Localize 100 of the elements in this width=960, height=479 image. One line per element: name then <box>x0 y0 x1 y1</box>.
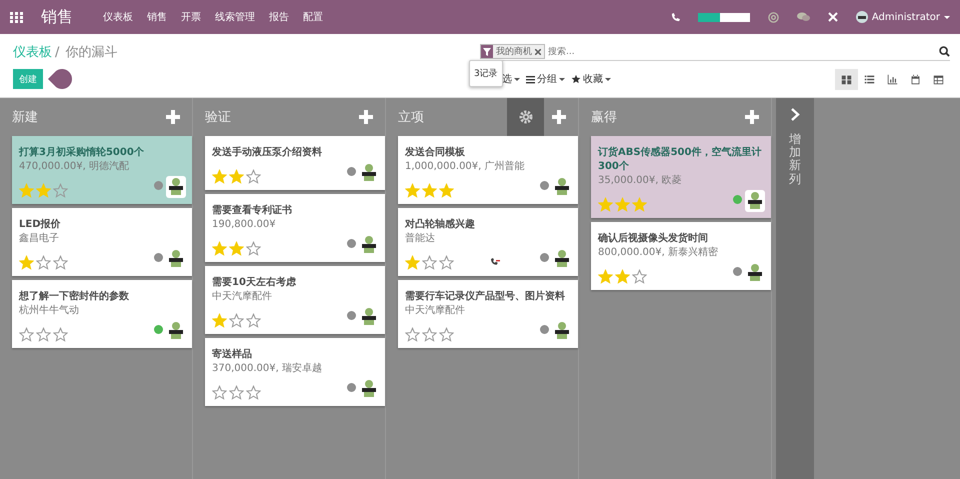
add-icon[interactable] <box>166 110 180 124</box>
card-title: 订货ABS传感器500件，空气流里计300个 <box>598 146 762 174</box>
toolbar-menu[interactable]: 收藏 <box>571 72 611 86</box>
add-icon[interactable] <box>552 110 566 124</box>
star-icon[interactable] <box>36 255 51 270</box>
filter-facet[interactable]: 我的商机 <box>480 44 545 59</box>
card-title: 需要行车记录仪产品型号、图片资料 <box>405 290 566 304</box>
star-icon[interactable] <box>229 385 244 400</box>
star-icon[interactable] <box>405 183 420 198</box>
status-dot[interactable] <box>347 239 356 248</box>
star-icon[interactable] <box>422 327 437 342</box>
menu-item[interactable]: 报告 <box>269 10 289 24</box>
kanban-card[interactable]: 寄送样品 370,000.00¥, 瑞安卓越 <box>205 338 385 406</box>
phone-icon[interactable] <box>491 258 500 266</box>
kanban-card[interactable]: 打算3月初采购惰轮5000个 470,000.00¥, 明德汽配 <box>12 136 192 204</box>
star-icon[interactable] <box>405 327 420 342</box>
star-icon[interactable] <box>53 183 68 198</box>
column-settings-button[interactable] <box>507 98 544 136</box>
star-icon[interactable] <box>212 385 227 400</box>
star-icon[interactable] <box>598 197 613 212</box>
toolbar-menu[interactable]: 选 <box>502 72 520 86</box>
status-dot[interactable] <box>154 325 163 334</box>
avatar-icon <box>552 248 572 270</box>
menu-item[interactable]: 开票 <box>181 10 201 24</box>
star-icon[interactable] <box>632 197 647 212</box>
kanban-card[interactable]: 对凸轮轴感兴趣 普能达 <box>398 208 578 276</box>
tour-tip-icon[interactable] <box>48 68 74 90</box>
view-switch[interactable] <box>835 68 858 90</box>
star-icon[interactable] <box>53 255 68 270</box>
star-icon[interactable] <box>598 269 613 284</box>
kanban-card[interactable]: 需要查看专利证书 190,800.00¥ <box>205 194 385 262</box>
chat-icon[interactable] <box>796 12 810 22</box>
card-subtitle: 1,000,000.00¥, 广州普能 <box>405 160 526 174</box>
status-dot[interactable] <box>733 267 742 276</box>
star-icon[interactable] <box>212 241 227 256</box>
add-icon[interactable] <box>745 110 759 124</box>
star-icon[interactable] <box>405 255 420 270</box>
kanban-card[interactable]: 想了解一下密封件的参数 杭州牛牛气动 <box>12 280 192 348</box>
star-icon[interactable] <box>229 169 244 184</box>
menu-item[interactable]: 仪表板 <box>103 10 133 24</box>
star-icon[interactable] <box>229 313 244 328</box>
star-icon[interactable] <box>615 269 630 284</box>
add-column-panel[interactable]: 增加新列 <box>776 98 814 479</box>
star-icon[interactable] <box>36 327 51 342</box>
star-icon[interactable] <box>246 313 261 328</box>
star-icon[interactable] <box>439 255 454 270</box>
kanban-card[interactable]: 确认后视摄像头发货时间 800,000.00¥, 新泰兴精密 <box>591 222 771 290</box>
column-title: 立项 <box>398 109 425 126</box>
kanban-card[interactable]: 发送手动液压泵介绍资料 <box>205 136 385 190</box>
star-icon[interactable] <box>246 241 261 256</box>
phone-icon[interactable] <box>670 12 680 22</box>
avatar-icon <box>166 320 186 342</box>
star-icon[interactable] <box>439 183 454 198</box>
star-icon[interactable] <box>19 255 34 270</box>
toolbar-menu[interactable]: 分组 <box>526 72 565 86</box>
star-icon[interactable] <box>53 327 68 342</box>
column-title: 赢得 <box>591 109 618 126</box>
card-subtitle: 190,800.00¥ <box>212 218 277 232</box>
star-icon[interactable] <box>36 183 51 198</box>
card-title: 对凸轮轴感兴趣 <box>405 218 476 232</box>
close-icon[interactable] <box>535 48 541 54</box>
status-dot[interactable] <box>347 383 356 392</box>
menu-item[interactable]: 销售 <box>147 10 167 24</box>
apps-menu-icon[interactable] <box>10 12 23 22</box>
menu-item[interactable]: 线索管理 <box>215 10 255 24</box>
kanban-card[interactable]: LED报价 鑫昌电子 <box>12 208 192 276</box>
star-icon[interactable] <box>439 327 454 342</box>
star-icon[interactable] <box>246 169 261 184</box>
user-menu[interactable]: Administrator <box>856 11 950 23</box>
breadcrumb-current: 你的漏斗 <box>65 44 118 61</box>
status-dot[interactable] <box>154 181 163 190</box>
star-icon[interactable] <box>422 183 437 198</box>
status-dot[interactable] <box>540 253 549 262</box>
status-dot[interactable] <box>347 167 356 176</box>
avatar-icon <box>359 234 379 256</box>
menu-item[interactable]: 配置 <box>303 10 323 24</box>
star-icon[interactable] <box>19 183 34 198</box>
star-icon[interactable] <box>212 313 227 328</box>
avatar-icon <box>745 262 765 284</box>
avatar-icon <box>166 176 186 198</box>
star-icon[interactable] <box>246 385 261 400</box>
star-icon[interactable] <box>19 327 34 342</box>
add-icon[interactable] <box>359 110 373 124</box>
star-icon[interactable] <box>615 197 630 212</box>
status-dot[interactable] <box>540 181 549 190</box>
status-dot[interactable] <box>540 325 549 334</box>
card-subtitle: 普能达 <box>405 232 436 246</box>
star-icon[interactable] <box>229 241 244 256</box>
avatar-icon <box>552 176 572 198</box>
kanban-card[interactable]: 订货ABS传感器500件，空气流里计300个 35,000.00¥, 欧菱 <box>591 136 771 218</box>
star-icon[interactable] <box>422 255 437 270</box>
kanban-card[interactable]: 需要行车记录仪产品型号、图片资料 中天汽摩配件 <box>398 280 578 348</box>
status-dot[interactable] <box>733 195 742 204</box>
kanban-card[interactable]: 需要10天左右考虑 中天汽摩配件 <box>205 266 385 334</box>
star-icon[interactable] <box>632 269 647 284</box>
status-dot[interactable] <box>347 311 356 320</box>
star-icon[interactable] <box>212 169 227 184</box>
kanban-card[interactable]: 发送合同模板 1,000,000.00¥, 广州普能 <box>398 136 578 204</box>
search-icon[interactable] <box>939 46 950 57</box>
status-dot[interactable] <box>154 253 163 262</box>
